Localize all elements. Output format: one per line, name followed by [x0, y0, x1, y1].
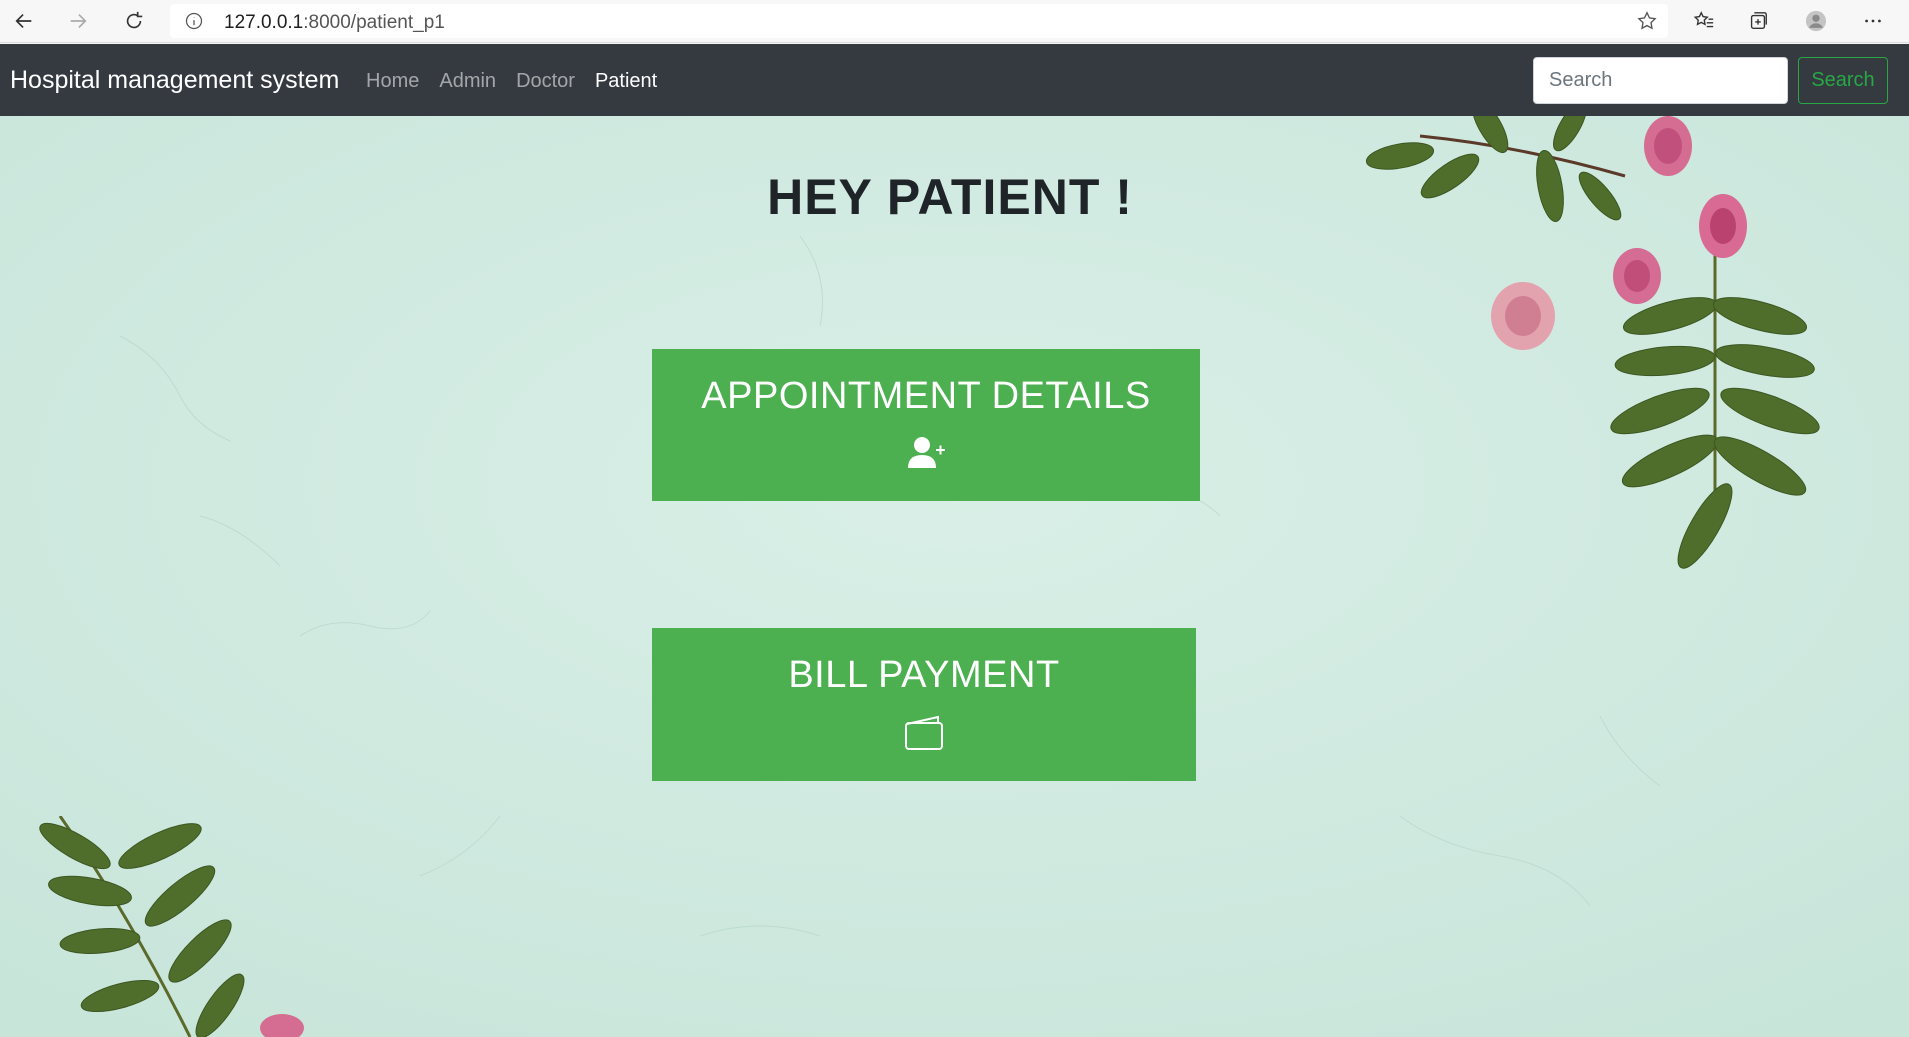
collections-icon[interactable] [1742, 6, 1774, 36]
search-button[interactable]: Search [1798, 57, 1888, 104]
profile-avatar-icon[interactable] [1800, 6, 1832, 36]
info-icon[interactable] [184, 11, 204, 31]
star-icon[interactable] [1636, 10, 1658, 32]
address-bar[interactable]: 127.0.0.1:8000/patient_p1 [170, 4, 1668, 38]
url-text[interactable]: 127.0.0.1:8000/patient_p1 [224, 12, 445, 34]
url-path: :8000/patient_p1 [303, 12, 445, 33]
wallet-icon [905, 715, 943, 750]
forward-arrow-icon[interactable] [62, 6, 94, 36]
navbar-brand[interactable]: Hospital management system [10, 66, 339, 95]
back-arrow-icon[interactable] [8, 6, 40, 36]
url-host: 127.0.0.1 [224, 12, 304, 33]
search-input[interactable] [1533, 57, 1788, 104]
appointment-details-button[interactable]: APPOINTMENT DETAILS [652, 349, 1200, 501]
nav-link-patient[interactable]: Patient [595, 70, 657, 93]
page-heading: HEY PATIENT ! [767, 169, 1133, 225]
bill-payment-label: BILL PAYMENT [788, 654, 1060, 696]
navbar: Hospital management system Home Admin Do… [0, 44, 1909, 116]
nav-link-admin[interactable]: Admin [439, 70, 496, 93]
refresh-icon[interactable] [118, 6, 150, 36]
browser-toolbar: 127.0.0.1:8000/patient_p1 [0, 0, 1909, 43]
more-options-icon[interactable] [1857, 6, 1889, 36]
main-content: HEY PATIENT ! APPOINTMENT DETAILS BILL P… [0, 116, 1909, 1037]
add-user-icon [908, 437, 945, 468]
nav-link-home[interactable]: Home [366, 70, 419, 93]
nav-links: Home Admin Doctor Patient [366, 70, 657, 93]
favorites-icon[interactable] [1688, 6, 1720, 36]
bill-payment-button[interactable]: BILL PAYMENT [652, 628, 1196, 781]
nav-link-doctor[interactable]: Doctor [516, 70, 575, 93]
decorative-leaves-bottom-left [39, 816, 304, 1037]
appointment-details-label: APPOINTMENT DETAILS [701, 375, 1151, 417]
